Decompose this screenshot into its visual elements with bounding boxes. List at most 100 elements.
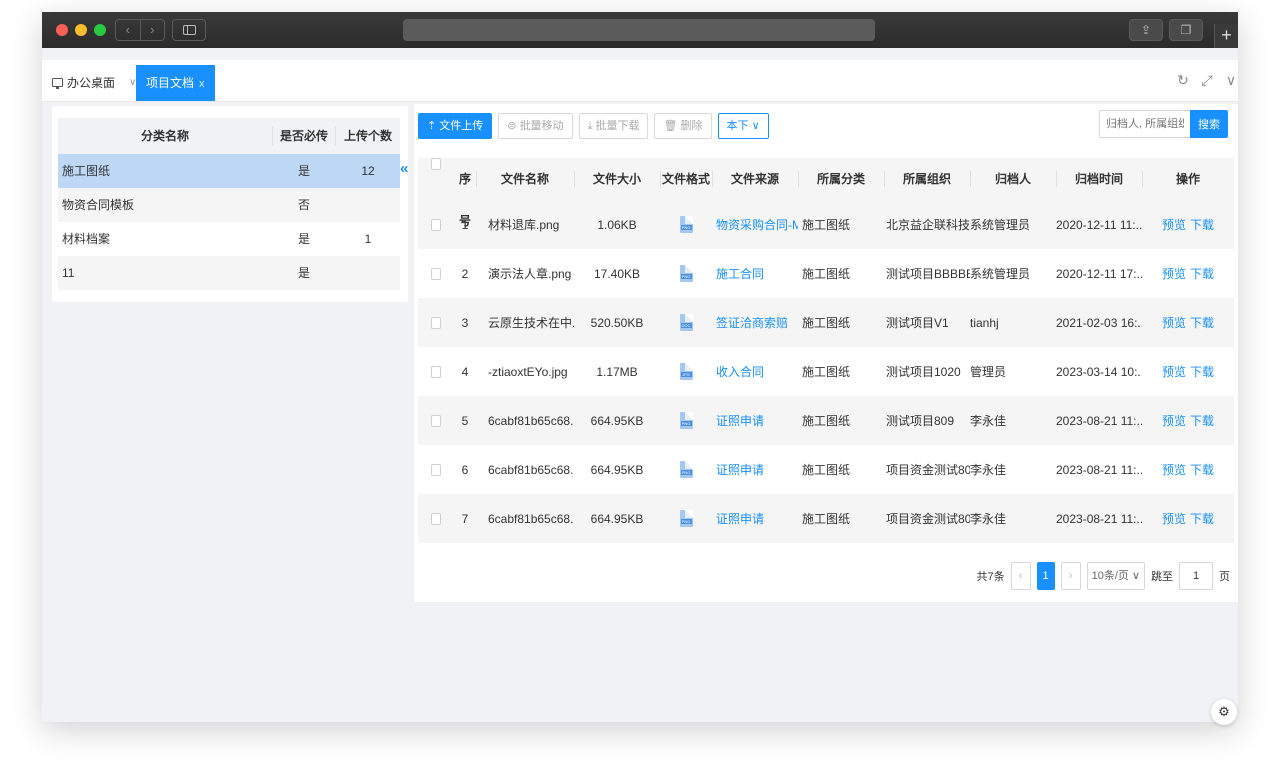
prev-page-button[interactable]: ‹ [1010,562,1031,590]
table-row[interactable]: 6 6cabf81b65c68... 664.95KB PNG 证照申请 施工图纸 项目资金… [418,445,1234,494]
download-link[interactable]: 下载 [1190,414,1214,428]
download-link[interactable]: 下载 [1190,267,1214,281]
row-file-source-link[interactable]: 施工合同 [712,265,798,282]
close-window-button[interactable] [56,24,68,36]
category-row[interactable]: 施工图纸 是 12 [58,154,400,188]
download-link[interactable]: 下载 [1190,316,1214,330]
file-table: 序号 文件名称 文件大小 文件格式 文件来源 所属分类 所属组织 归档人 归档时… [418,158,1234,543]
preview-link[interactable]: 预览 [1162,267,1186,281]
preview-link[interactable]: 预览 [1162,463,1186,477]
row-checkbox[interactable] [418,512,454,525]
row-operations: 预览 下载 [1142,412,1234,429]
preview-link[interactable]: 预览 [1162,414,1186,428]
row-checkbox[interactable] [418,414,454,427]
row-operations: 预览 下载 [1142,314,1234,331]
page-number[interactable]: 1 [1036,562,1055,590]
row-owner: 李永佳 [970,463,1007,477]
row-checkbox[interactable] [418,218,454,231]
download-link[interactable]: 下载 [1190,512,1214,526]
category-name: 物资合同模板 [62,198,135,212]
download-link[interactable]: 下载 [1190,463,1214,477]
move-icon: ⊜ [507,120,520,132]
refresh-icon[interactable]: ↻ [1176,72,1190,89]
file-table-header: 序号 文件名称 文件大小 文件格式 文件来源 所属分类 所属组织 归档人 归档时… [418,158,1234,228]
upload-button[interactable]: ⇡ 文件上传 [418,113,493,139]
category-count [336,188,400,222]
row-file-size: 1.17MB [596,364,638,379]
row-checkbox[interactable] [418,267,454,280]
row-file-source-link[interactable]: 证照申请 [712,510,798,527]
category-row[interactable]: 物资合同模板 否 [58,188,400,222]
table-row[interactable]: 5 6cabf81b65c68... 664.95KB PNG 证照申请 施工图纸 测试项目… [418,396,1234,445]
minimize-window-button[interactable] [75,24,87,36]
scope-select[interactable]: 本下 ∨ [717,113,769,139]
search-input[interactable] [1099,110,1191,138]
collapse-panel-icon[interactable]: « [400,160,414,180]
table-row[interactable]: 1材料退库.png1.06KBPNG物资采购合同-M...施工图纸北京益企联科技… [418,200,1234,249]
table-row[interactable]: 4 -ztiaoxtEYo.jpg 1.17MB JPG 收入合同 施工图纸 测试项目102… [418,347,1234,396]
maximize-window-button[interactable] [94,24,106,36]
batch-download-button[interactable]: ⤓ 批量下载 [578,113,649,139]
close-icon[interactable]: x [199,78,205,90]
download-link[interactable]: 下载 [1190,365,1214,379]
tab-project-docs[interactable]: 项目文档 x [136,65,215,101]
row-file-source-link[interactable]: 证照申请 [712,412,798,429]
download-link[interactable]: 下载 [1190,218,1214,232]
chevron-down-icon: ∨ [1128,570,1140,582]
settings-sliders-icon[interactable]: ⚙ [1211,699,1237,725]
tab-home[interactable]: 办公桌面 ∨ [52,74,136,90]
delete-label: 删除 [680,120,703,132]
address-bar[interactable] [403,19,875,41]
preview-link[interactable]: 预览 [1162,512,1186,526]
file-format-badge: PNG [680,421,692,426]
back-icon[interactable]: ‹ [116,20,141,40]
row-org: 北京益企联科技... [886,218,970,232]
header-file-size: 文件大小 [574,158,660,200]
row-checkbox[interactable] [418,463,454,476]
header-no: 序号 [458,172,471,228]
select-all-checkbox[interactable] [418,158,454,200]
tab-overview-button[interactable]: ❐ [1169,19,1203,41]
chevron-down-icon[interactable]: ∨ [1224,72,1238,89]
row-file-name: 6cabf81b65c68... [488,413,574,428]
jump-page-input[interactable]: 1 [1179,562,1213,590]
preview-link[interactable]: 预览 [1162,218,1186,232]
category-name: 材料档案 [62,232,111,246]
search-button[interactable]: 搜索 [1190,110,1228,138]
category-row[interactable]: 材料档案 是 1 [58,222,400,256]
category-row[interactable]: 11 是 [58,256,400,290]
category-required: 否 [297,198,310,212]
share-button[interactable]: ⇪ [1129,19,1163,41]
delete-button[interactable]: 🗑 删除 [654,113,712,139]
file-toolbar: ⇡ 文件上传 ⊜ 批量移动 ⤓ 批量下载 🗑 删除 本下 ∨ [418,112,769,140]
row-file-source-link[interactable]: 物资采购合同-M... [712,216,798,233]
tab-project-docs-label: 项目文档 [146,76,195,90]
row-file-format: PNG [660,461,712,478]
sidebar-toggle-button[interactable] [172,19,206,41]
row-owner: 管理员 [970,365,1007,379]
new-tab-button[interactable]: + [1214,24,1238,48]
row-checkbox[interactable] [418,365,454,378]
preview-link[interactable]: 预览 [1162,365,1186,379]
table-row[interactable]: 7 6cabf81b65c68... 664.95KB PNG 证照申请 施工图纸 项目资金… [418,494,1234,543]
row-file-source-link[interactable]: 证照申请 [712,461,798,478]
row-owner: 系统管理员 [970,218,1031,232]
fullscreen-icon[interactable]: ⤢ [1200,72,1214,89]
row-checkbox[interactable] [418,316,454,329]
header-required: 是否必传 [272,127,336,145]
row-file-source-link[interactable]: 签证洽商索赔 [712,314,798,331]
table-row[interactable]: 2 演示法人章.png 17.40KB PNG 施工合同施工图纸 测试项目BBBBB...… [418,249,1234,298]
row-file-source-link[interactable]: 收入合同 [712,363,798,380]
row-operations: 预览 下载 [1142,510,1234,527]
table-row[interactable]: 3 云原生技术在中... 520.50KB DOC 签证洽商索赔 施工图纸 测试项目V1 ti… [418,298,1234,347]
forward-icon[interactable]: › [141,20,165,40]
sidebar-icon [183,25,196,35]
row-owner: 系统管理员 [970,267,1031,281]
preview-link[interactable]: 预览 [1162,316,1186,330]
next-page-button[interactable]: › [1060,562,1081,590]
category-count: 1 [364,232,372,246]
page-size-select[interactable]: 10条/页 ∨ [1086,562,1145,590]
row-operations: 预览 下载 [1142,216,1234,233]
row-archive-time: 2020-12-11 11:... [1056,217,1142,232]
batch-move-button[interactable]: ⊜ 批量移动 [498,113,573,139]
